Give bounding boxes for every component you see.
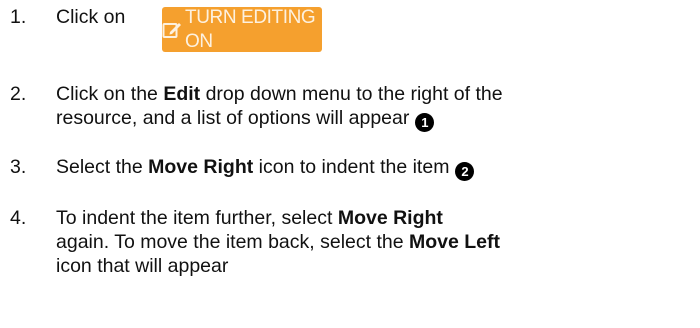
step-number: 4. xyxy=(10,207,27,229)
callout-badge-1: 1 xyxy=(415,113,435,132)
move-right-label: Move Right xyxy=(148,156,254,178)
turn-editing-on-button[interactable]: TURN EDITING ON xyxy=(162,7,322,52)
step-number: 2. xyxy=(10,83,27,105)
move-right-label: Move Right xyxy=(337,207,443,229)
move-left-label: Move Left xyxy=(409,231,501,253)
step-number: 1. xyxy=(10,6,27,28)
edit-icon xyxy=(162,21,182,39)
step-text: To indent the item further, select Move … xyxy=(56,207,501,277)
step-number: 3. xyxy=(10,156,27,178)
edit-label: Edit xyxy=(163,83,201,105)
step-text: Click on xyxy=(56,6,126,28)
step-text: Click on the Edit drop down menu to the … xyxy=(56,83,503,132)
callout-badge-2: 2 xyxy=(455,162,475,181)
step-text: Select the Move Right icon to indent the… xyxy=(56,155,475,181)
button-label: TURN EDITING ON xyxy=(185,6,316,52)
